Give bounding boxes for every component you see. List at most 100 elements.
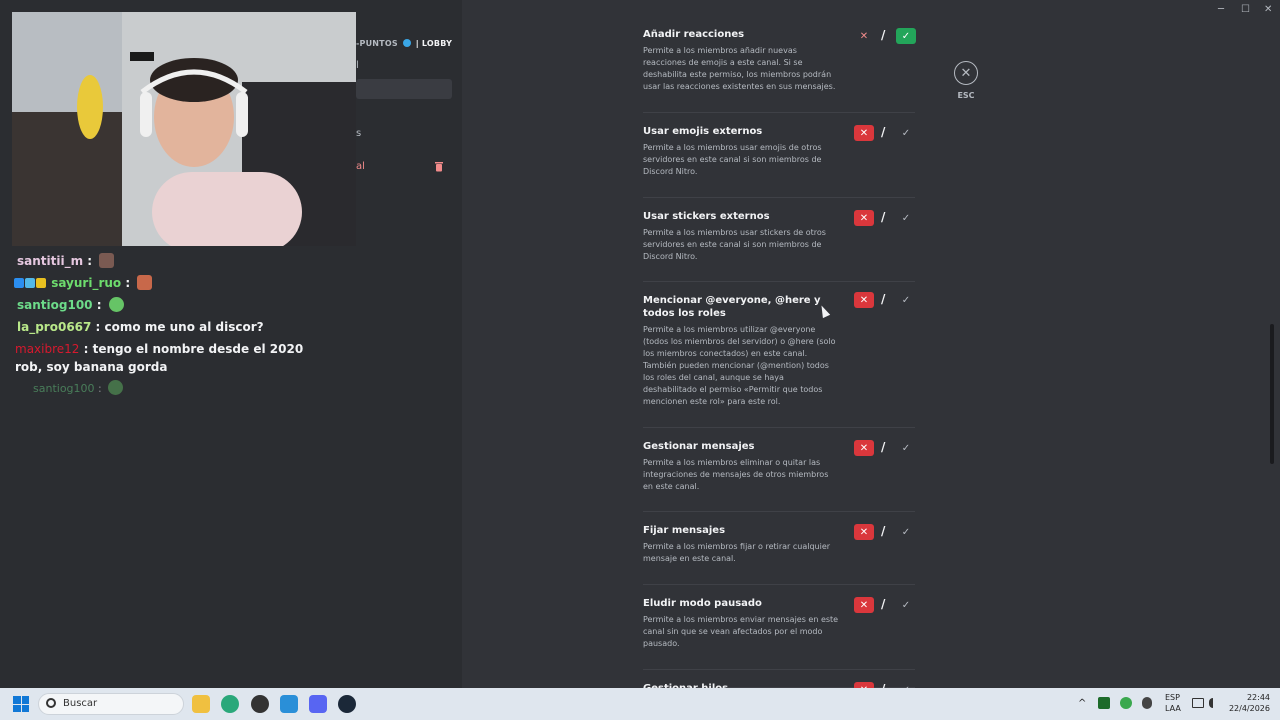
- neutral-button[interactable]: /: [881, 210, 885, 224]
- network-icon[interactable]: [1192, 698, 1204, 708]
- permission-title: Usar stickers externos: [643, 211, 770, 222]
- neutral-button[interactable]: /: [881, 524, 885, 538]
- chat-message: maxibre12 : tengo el nombre desde el 202…: [15, 340, 305, 376]
- allow-button[interactable]: ✓: [896, 440, 916, 456]
- allow-button[interactable]: ✓: [896, 524, 916, 540]
- chat-separator: :: [91, 320, 101, 334]
- microphone-icon[interactable]: [1142, 697, 1152, 709]
- permission-description: Permite a los miembros enviar mensajes e…: [643, 615, 839, 648]
- trash-icon[interactable]: [434, 161, 444, 172]
- chat-username[interactable]: sayuri_ruo: [51, 276, 121, 290]
- allow-button[interactable]: ✓: [896, 292, 916, 308]
- chat-separator: :: [94, 382, 102, 395]
- chat-text: como me uno al discor?: [100, 320, 264, 334]
- nvidia-icon[interactable]: [1098, 697, 1110, 709]
- permission-row: Fijar mensajes Permite a los miembros fij…: [643, 524, 915, 585]
- sidebar-item-2[interactable]: s: [356, 128, 361, 139]
- deny-button[interactable]: ✕: [854, 28, 874, 44]
- permission-toggle: ✕ / ✓: [854, 125, 918, 143]
- search-icon: [46, 698, 56, 708]
- windows-start-icon[interactable]: [13, 696, 29, 712]
- deny-button[interactable]: ✕: [854, 125, 874, 141]
- allow-button[interactable]: ✓: [896, 210, 916, 226]
- allow-button[interactable]: ✓: [896, 597, 916, 613]
- neutral-button[interactable]: /: [881, 28, 885, 42]
- chat-message: santiog100 :: [33, 380, 344, 398]
- deny-button[interactable]: ✕: [854, 292, 874, 308]
- permission-toggle: ✕ / ✓: [854, 210, 918, 228]
- allow-button[interactable]: ✓: [896, 28, 916, 44]
- neutral-button[interactable]: /: [881, 597, 885, 611]
- permission-description: Permite a los miembros usar stickers de …: [643, 228, 826, 261]
- discord-icon[interactable]: [309, 695, 327, 713]
- clock-date[interactable]: 22/4/2026: [1222, 704, 1270, 713]
- sidebar-item-3[interactable]: al: [356, 161, 365, 172]
- permission-row: Usar emojis externos Permite a los miembr…: [643, 125, 915, 198]
- channel-name: -PUNTOS: [356, 39, 398, 48]
- globe-icon: [402, 39, 411, 47]
- sidebar-item-1[interactable]: l: [356, 60, 359, 71]
- lobby-label: | LOBBY: [415, 39, 453, 48]
- emote-icon: [108, 297, 124, 312]
- chat-message: sayuri_ruo :: [14, 274, 344, 292]
- security-icon[interactable]: [1120, 697, 1132, 709]
- permission-toggle: ✕ / ✓: [854, 440, 918, 458]
- clock-time[interactable]: 22:44: [1230, 693, 1270, 702]
- emote-icon: [137, 275, 153, 290]
- chat-username[interactable]: santiog100: [33, 382, 95, 395]
- chat-username[interactable]: santiog100: [17, 298, 93, 312]
- language-indicator[interactable]: ESP: [1165, 693, 1180, 702]
- deny-button[interactable]: ✕: [854, 210, 874, 226]
- notepad-icon[interactable]: [280, 695, 298, 713]
- language-layout[interactable]: LAA: [1165, 704, 1181, 713]
- close-icon[interactable]: ✕: [954, 61, 978, 85]
- scrollbar[interactable]: [1270, 324, 1274, 464]
- emote-icon: [108, 380, 124, 395]
- permission-description: Permite a los miembros fijar o retirar c…: [643, 542, 831, 563]
- obs-icon[interactable]: [251, 695, 269, 713]
- permission-title: Gestionar mensajes: [643, 441, 755, 452]
- maximize-button[interactable]: ☐: [1241, 4, 1250, 15]
- chat-username[interactable]: la_pro0667: [17, 320, 91, 334]
- minimize-button[interactable]: ─: [1218, 4, 1224, 15]
- taskbar-search[interactable]: Buscar: [38, 693, 184, 715]
- tray-chevron-icon[interactable]: ^: [1078, 698, 1086, 709]
- permission-row: Mencionar @everyone, @here y todos los r…: [643, 292, 916, 428]
- search-placeholder: Buscar: [63, 698, 98, 709]
- channel-sidebar: [356, 0, 462, 688]
- file-explorer-icon[interactable]: [192, 695, 210, 713]
- allow-button[interactable]: ✓: [896, 125, 916, 141]
- chat-message: santitii_m :: [17, 252, 344, 270]
- deny-button[interactable]: ✕: [854, 524, 874, 540]
- chat-message: la_pro0667 : como me uno al discor?: [17, 318, 344, 336]
- chat-separator: :: [83, 254, 93, 268]
- permission-description: Permite a los miembros añadir nuevas rea…: [643, 46, 836, 91]
- stream-chat: santitii_m : sayuri_ruo : santiog100 : l…: [14, 252, 344, 402]
- chat-username[interactable]: maxibre12: [15, 342, 79, 356]
- permission-title: Añadir reacciones: [643, 29, 745, 40]
- esc-label: ESC: [957, 91, 975, 100]
- badge-icon: [36, 278, 46, 288]
- deny-button[interactable]: ✕: [854, 597, 874, 613]
- sidebar-item-selected[interactable]: [356, 79, 452, 99]
- badge-icon: [25, 278, 35, 288]
- permission-title: Usar emojis externos: [643, 126, 763, 137]
- chat-message: santiog100 :: [17, 296, 344, 314]
- neutral-button[interactable]: /: [881, 292, 885, 306]
- chat-username[interactable]: santitii_m: [17, 254, 83, 268]
- edge-icon[interactable]: [221, 695, 239, 713]
- permission-row: Añadir reacciones Permite a los miembros …: [643, 28, 916, 113]
- chat-separator: :: [121, 276, 131, 290]
- permission-toggle: ✕ / ✓: [854, 524, 918, 542]
- deny-button[interactable]: ✕: [854, 440, 874, 456]
- taskbar: Buscar ^ ESP LAA 22:44 22/4/2026: [0, 688, 1280, 720]
- permission-row: Gestionar mensajes Permite a los miembros…: [643, 440, 915, 512]
- volume-icon[interactable]: [1209, 698, 1219, 708]
- steam-icon[interactable]: [338, 695, 356, 713]
- neutral-button[interactable]: /: [881, 440, 885, 454]
- emote-icon: [99, 253, 115, 268]
- close-window-button[interactable]: ✕: [1264, 4, 1272, 15]
- neutral-button[interactable]: /: [881, 125, 885, 139]
- chat-separator: :: [92, 298, 102, 312]
- webcam-overlay: [12, 12, 356, 246]
